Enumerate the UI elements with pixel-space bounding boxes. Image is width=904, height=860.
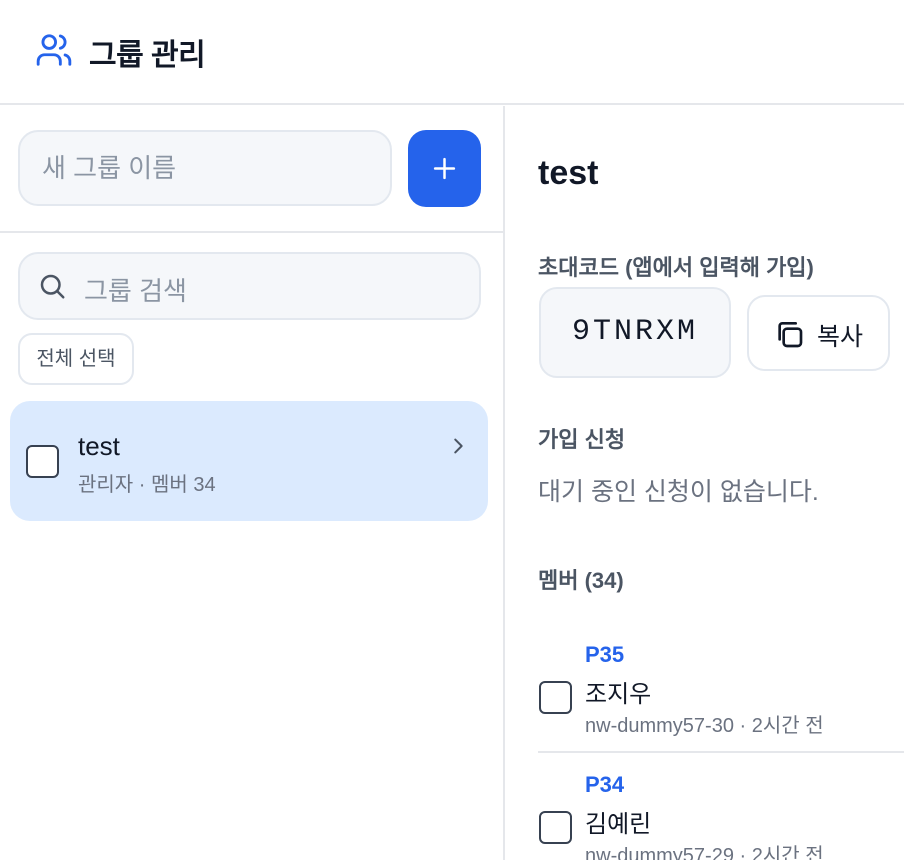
app-header: 그룹 관리 <box>0 0 904 105</box>
search-placeholder: 그룹 검색 <box>84 276 187 306</box>
member-checkbox[interactable] <box>539 811 572 844</box>
group-list-item[interactable]: test 관리자 · 멤버 34 <box>10 401 488 521</box>
members-label: 멤버 (34) <box>538 568 624 593</box>
chevron-right-icon <box>454 438 463 454</box>
new-group-name-input[interactable]: 새 그룹 이름 <box>18 130 392 206</box>
group-name: test <box>78 431 120 461</box>
copy-icon <box>778 322 803 348</box>
member-meta: nw-dummy57-29 · 2시간 전 <box>585 845 824 860</box>
group-search-input[interactable]: 그룹 검색 <box>18 252 481 320</box>
member-id: P35 <box>585 642 625 667</box>
users-icon <box>36 34 72 66</box>
invite-code-label: 초대코드 (앱에서 입력해 가입) <box>538 255 814 280</box>
divider <box>0 231 505 233</box>
group-meta: 관리자 · 멤버 34 <box>78 474 216 496</box>
group-checkbox[interactable] <box>26 445 59 478</box>
member-meta: nw-dummy57-30 · 2시간 전 <box>585 715 824 737</box>
member-name: 조지우 <box>585 681 652 708</box>
plus-icon <box>433 157 456 180</box>
member-name: 김예린 <box>585 811 652 838</box>
member-row: P35 조지우 nw-dummy57-30 · 2시간 전 <box>538 623 904 751</box>
group-detail-panel: test 초대코드 (앱에서 입력해 가입) 9TNRXM 복사 가입 신청 대… <box>507 106 904 860</box>
member-row: P34 김예린 nw-dummy57-29 · 2시간 전 <box>538 753 904 860</box>
copy-button-label: 복사 <box>817 323 864 351</box>
invite-code-value: 9TNRXM <box>539 287 731 378</box>
member-checkbox[interactable] <box>539 681 572 714</box>
page-title: 그룹 관리 <box>89 39 206 72</box>
group-detail-title: test <box>538 154 599 192</box>
search-icon <box>40 274 65 299</box>
member-id: P34 <box>585 772 625 797</box>
group-list-panel: 새 그룹 이름 그룹 검색 전체 선택 test 관리자 · 멤버 34 <box>0 106 505 860</box>
join-requests-empty: 대기 중인 신청이 없습니다. <box>538 478 819 506</box>
select-all-button[interactable]: 전체 선택 <box>18 333 134 385</box>
add-group-button[interactable] <box>408 130 481 207</box>
copy-button[interactable]: 복사 <box>747 295 890 371</box>
join-requests-label: 가입 신청 <box>538 427 626 452</box>
